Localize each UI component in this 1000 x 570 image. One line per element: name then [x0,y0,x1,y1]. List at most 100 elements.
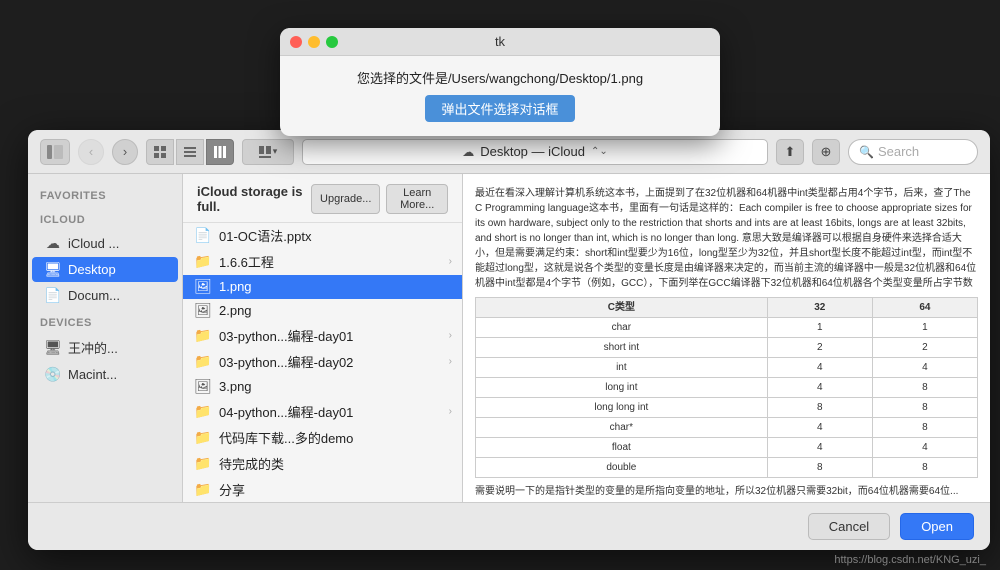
table-cell: float [476,438,768,458]
file-list: iCloud storage is full. Upgrade... Learn… [183,174,463,502]
file-item[interactable]: 📁 03-python...编程-day02 › [183,349,462,375]
file-name: 1.png [219,279,452,294]
computer-icon: 🖥 [44,339,62,356]
sidebar-item-documents[interactable]: 📄 Docum... [32,283,178,308]
file-item[interactable]: 📁 03-python...编程-day01 › [183,323,462,349]
notification-path: 您选择的文件是/Users/wangchong/Desktop/1.png [357,68,643,87]
table-cell: long int [476,378,768,398]
image-icon: 🖼 [193,278,213,295]
open-button[interactable]: Open [900,513,974,540]
sidebar-item-desktop-label: Desktop [68,262,116,277]
table-header-32: 32 [767,298,872,318]
table-cell: 1 [872,318,977,338]
table-cell: 2 [872,338,977,358]
table-cell: 2 [767,338,872,358]
notification-body: 您选择的文件是/Users/wangchong/Desktop/1.png 弹出… [280,56,720,136]
file-item[interactable]: 📁 分享 [183,477,462,502]
table-cell: 4 [767,358,872,378]
desktop-icon: 🖥 [44,261,62,278]
file-item-selected[interactable]: 🖼 1.png [183,275,462,299]
sidebar-item-icloud-label: iCloud ... [68,236,119,251]
dialog-toolbar: ‹ › ▾ ☁ Desktop — iCloud ⌃⌄ ⬆ ⊕ 🔍 Se [28,130,990,174]
window-title: tk [290,34,710,49]
file-name: 代码库下载...多的demo [219,428,452,447]
icloud-icon: ☁ [44,235,62,252]
watermark: https://blog.csdn.net/KNG_uzi_ [834,554,986,566]
icloud-notice-buttons: Upgrade... Learn More... [311,184,448,214]
table-header-type: C类型 [476,298,768,318]
sidebar-toggle-button[interactable] [40,139,70,165]
sidebar-item-desktop[interactable]: 🖥 Desktop [32,257,178,282]
file-name: 3.png [219,379,452,394]
file-item[interactable]: 📁 待完成的类 [183,451,462,477]
documents-icon: 📄 [44,287,62,304]
sidebar-item-device1[interactable]: 🖥 王冲的... [32,334,178,361]
upgrade-button[interactable]: Upgrade... [311,184,380,214]
location-bar[interactable]: ☁ Desktop — iCloud ⌃⌄ [302,139,768,165]
file-item[interactable]: 🖼 3.png [183,375,462,399]
devices-section-label: Devices [28,309,182,333]
table-cell: 8 [767,398,872,418]
file-item[interactable]: 📁 04-python...编程-day01 › [183,399,462,425]
file-name: 2.png [219,303,452,318]
icloud-notice: iCloud storage is full. Upgrade... Learn… [183,174,462,223]
icon-view-button[interactable] [146,139,174,165]
table-cell: 8 [767,458,872,478]
file-dialog: ‹ › ▾ ☁ Desktop — iCloud ⌃⌄ ⬆ ⊕ 🔍 Se [28,130,990,550]
chevron-right-icon: › [449,406,452,417]
table-cell: 4 [872,438,977,458]
back-button[interactable]: ‹ [78,139,104,165]
action-button[interactable]: ⊕ [812,139,840,165]
forward-button[interactable]: › [112,139,138,165]
file-name: 01-OC语法.pptx [219,226,452,245]
folder-icon: 📁 [193,353,213,370]
cancel-button[interactable]: Cancel [808,513,890,540]
notification-window: tk 您选择的文件是/Users/wangchong/Desktop/1.png… [280,28,720,136]
column-view-button[interactable] [206,139,234,165]
file-item[interactable]: 📄 01-OC语法.pptx [183,223,462,249]
folder-icon: 📁 [193,253,213,270]
preview-paragraph-1: 最近在看深入理解计算机系统这本书，上面提到了在32位机器和64机器中int类型都… [475,186,978,291]
table-cell: 4 [767,438,872,458]
file-item[interactable]: 📁 代码库下载...多的demo [183,425,462,451]
image-icon: 🖼 [193,302,213,319]
table-cell: 4 [767,418,872,438]
folder-icon: 📁 [193,455,213,472]
preview-table: C类型 32 64 char11short int22int44long int… [475,297,978,478]
table-cell: double [476,458,768,478]
table-header-64: 64 [872,298,977,318]
search-box[interactable]: 🔍 Search [848,139,978,165]
table-cell: char [476,318,768,338]
folder-icon: 📁 [193,403,213,420]
location-chevron-icon: ⌃⌄ [591,146,608,157]
share-button[interactable]: ⬆ [776,139,804,165]
search-placeholder: Search [878,144,919,159]
table-cell: 4 [767,378,872,398]
favorites-section-label: Favorites [28,182,182,206]
table-cell: 4 [872,358,977,378]
learn-more-button[interactable]: Learn More... [386,184,448,214]
file-name: 04-python...编程-day01 [219,402,449,421]
folder-icon: 📁 [193,481,213,498]
search-icon: 🔍 [859,145,874,159]
sidebar-item-device2[interactable]: 💿 Macint... [32,362,178,387]
sidebar: Favorites iCloud ☁ iCloud ... 🖥 Desktop … [28,174,183,502]
location-text: Desktop — iCloud [480,144,585,159]
file-icon: 📄 [193,227,213,244]
gallery-view-button[interactable]: ▾ [242,139,294,165]
folder-icon: 📁 [193,327,213,344]
table-cell: char* [476,418,768,438]
icloud-section-label: iCloud [28,206,182,230]
location-cloud-icon: ☁ [462,145,474,159]
file-item[interactable]: 📁 1.6.6工程 › [183,249,462,275]
chevron-right-icon: › [449,256,452,267]
dialog-footer: Cancel Open [28,502,990,550]
list-view-button[interactable] [176,139,204,165]
table-cell: 8 [872,398,977,418]
table-cell: 8 [872,418,977,438]
table-cell: 1 [767,318,872,338]
file-item[interactable]: 🖼 2.png [183,299,462,323]
table-cell: 8 [872,378,977,398]
sidebar-item-icloud[interactable]: ☁ iCloud ... [32,231,178,256]
view-buttons [146,139,234,165]
